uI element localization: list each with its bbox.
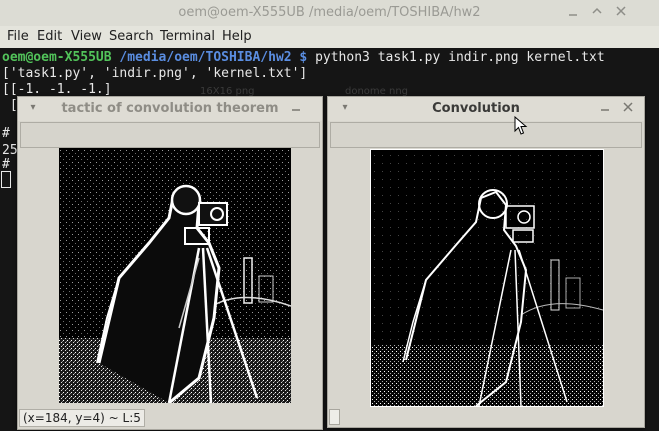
window-toolbar xyxy=(330,122,642,148)
window-titlebar[interactable]: ▾ Convolution xyxy=(328,97,644,121)
prompt-line: oem@oem-X555UB /media/oem/TOSHIBA/hw2 $ … xyxy=(2,49,605,66)
menu-help[interactable]: Help xyxy=(222,26,252,48)
output-line: # xyxy=(2,126,10,141)
prompt-user: oem@oem-X555UB xyxy=(2,50,112,65)
minimize-icon[interactable] xyxy=(565,5,581,21)
minimize-icon[interactable] xyxy=(288,101,304,117)
output-line: [ xyxy=(2,98,18,113)
image-window-right[interactable]: ▾ Convolution xyxy=(327,96,645,428)
close-icon[interactable] xyxy=(613,5,629,21)
status-coordinates: (x=184, y=4) ~ L:5 xyxy=(19,409,145,427)
window-toolbar xyxy=(20,122,320,148)
menu-terminal[interactable]: Terminal xyxy=(160,26,215,48)
menu-search[interactable]: Search xyxy=(109,26,154,48)
mouse-cursor-icon xyxy=(514,116,528,135)
window-title: tactic of convolution theorem xyxy=(61,101,279,116)
menu-file[interactable]: File xyxy=(7,26,29,48)
terminal-title: oem@oem-X555UB /media/oem/TOSHIBA/hw2 xyxy=(178,5,481,20)
image-window-left[interactable]: ▾ tactic of convolution theorem (x=184, … xyxy=(17,96,323,430)
terminal-cursor xyxy=(1,171,11,188)
prompt-path: /media/oem/TOSHIBA/hw2 xyxy=(119,50,292,65)
terminal-titlebar[interactable]: oem@oem-X555UB /media/oem/TOSHIBA/hw2 xyxy=(0,0,659,27)
cameraman-convolution-image xyxy=(371,150,604,407)
cameraman-edge-image xyxy=(59,148,292,405)
image-canvas-right[interactable] xyxy=(370,149,604,407)
menu-view[interactable]: View xyxy=(71,26,102,48)
window-menu-icon[interactable]: ▾ xyxy=(338,101,352,115)
window-menu-icon[interactable]: ▾ xyxy=(26,101,40,115)
menu-edit[interactable]: Edit xyxy=(37,26,62,48)
prompt-dollar: $ xyxy=(299,50,308,65)
command-text: python3 task1.py indir.png kernel.txt xyxy=(315,50,605,65)
image-canvas-left[interactable] xyxy=(59,148,292,405)
close-icon[interactable] xyxy=(620,101,636,117)
window-titlebar[interactable]: ▾ tactic of convolution theorem xyxy=(18,97,322,121)
output-line: ['task1.py', 'indir.png', 'kernel.txt'] xyxy=(2,66,308,81)
window-title: Convolution xyxy=(432,101,520,116)
minimize-icon[interactable] xyxy=(597,101,613,117)
status-box xyxy=(329,409,340,425)
maximize-icon[interactable] xyxy=(589,5,605,21)
